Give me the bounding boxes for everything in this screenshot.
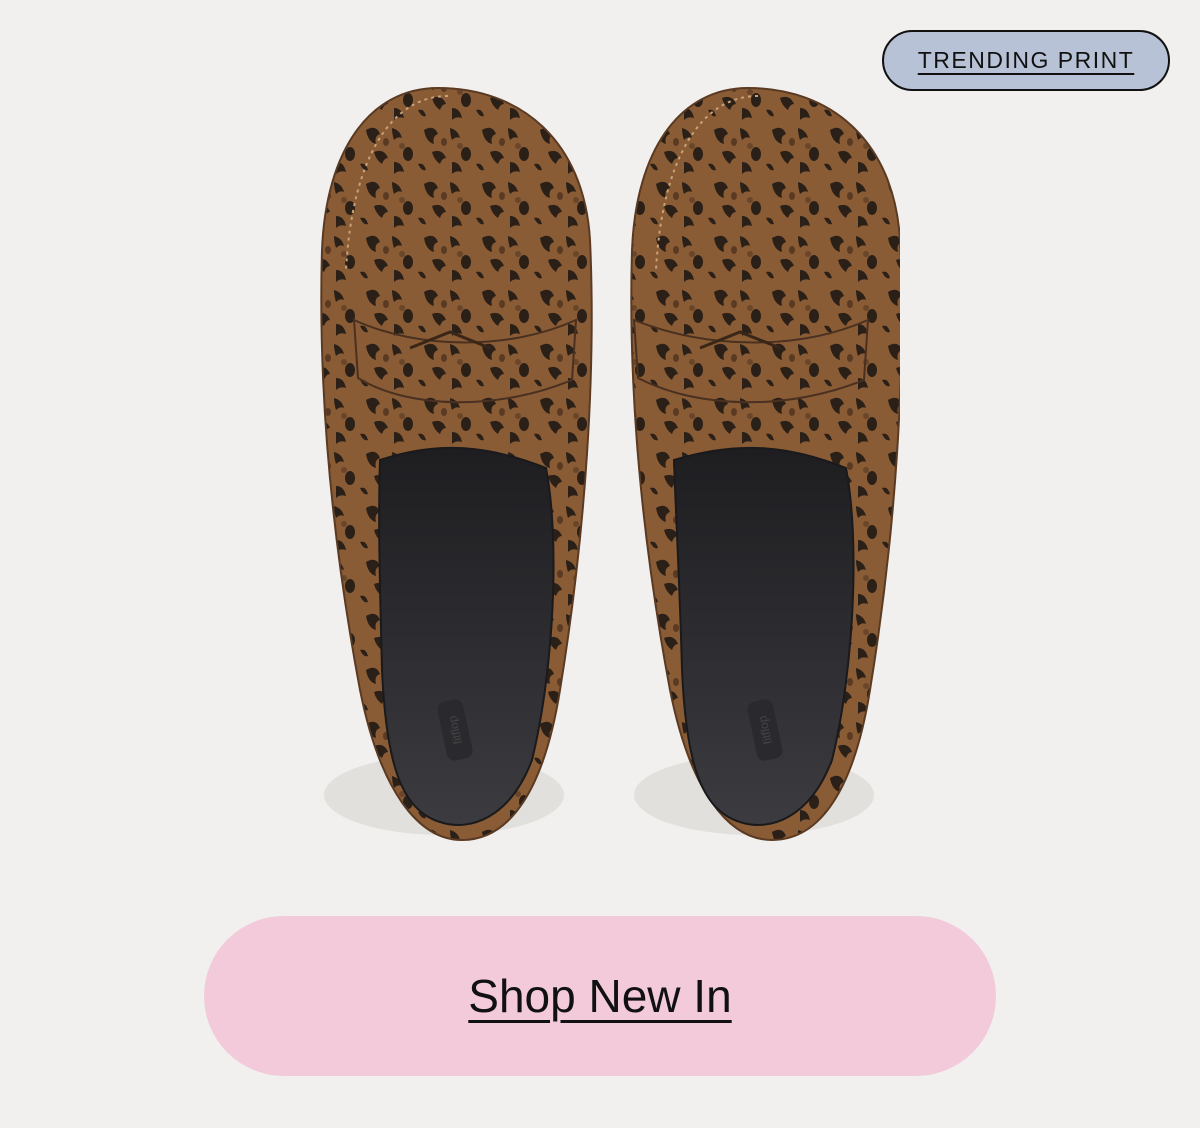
badge-label: TRENDING PRINT [917,47,1135,73]
right-loafer: fitflop [630,86,900,842]
trending-print-badge[interactable]: TRENDING PRINT [882,30,1170,91]
shop-new-in-label: Shop New In [468,970,732,1022]
leopard-loafers-image: fitflop fitflop [320,86,900,842]
left-loafer: fitflop [320,86,593,842]
shop-new-in-button[interactable]: Shop New In [204,916,996,1076]
